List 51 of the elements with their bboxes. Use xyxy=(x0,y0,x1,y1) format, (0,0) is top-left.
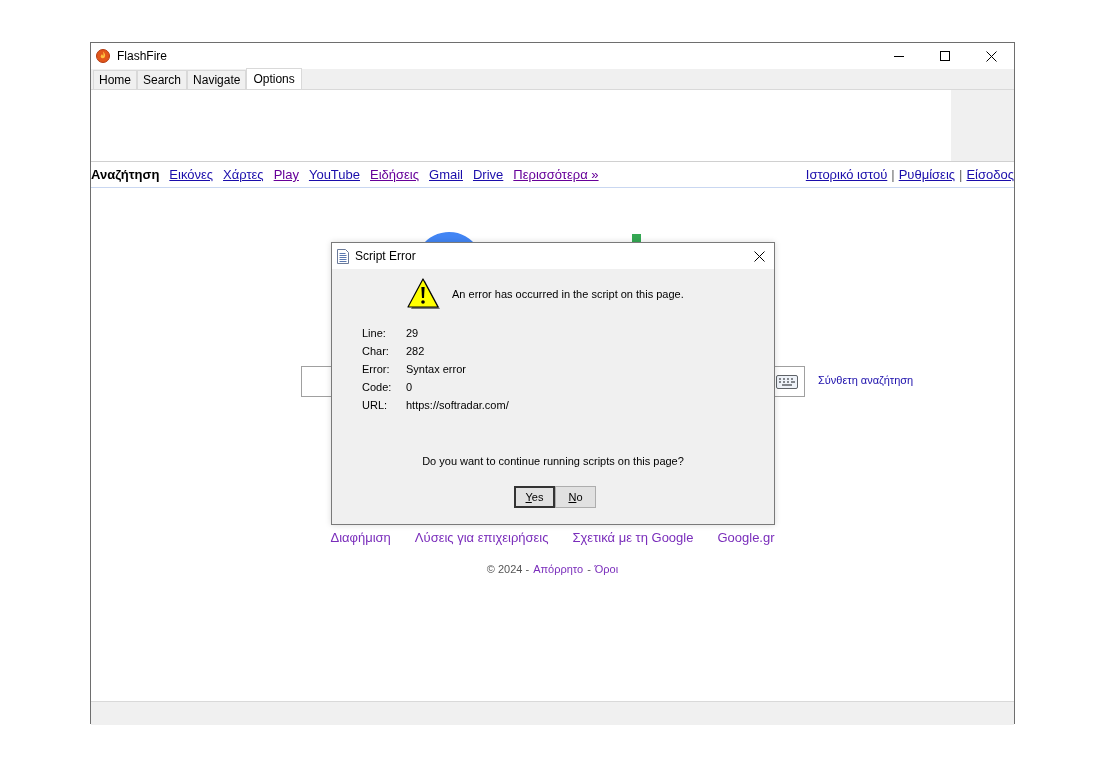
detail-value: 29 xyxy=(406,327,420,339)
tab[interactable]: Options xyxy=(246,68,302,89)
dialog-title: Script Error xyxy=(355,249,416,263)
dialog-button[interactable]: No xyxy=(555,486,596,508)
separator-text: | xyxy=(891,167,895,182)
warning-icon xyxy=(407,278,440,309)
nav-link[interactable]: Ειδήσεις xyxy=(370,167,419,182)
tab[interactable]: Home xyxy=(93,70,137,89)
detail-value: Syntax error xyxy=(406,363,467,375)
nav-link[interactable]: Gmail xyxy=(429,167,463,182)
footer-link[interactable]: Διαφήμιση xyxy=(330,530,391,545)
detail-label: Error: xyxy=(362,363,391,375)
footer-link[interactable]: Σχετικά με τη Google xyxy=(572,530,694,545)
detail-label: URL: xyxy=(362,399,389,411)
nav-link[interactable]: Ιστορικό ιστού xyxy=(805,167,888,182)
window-title: FlashFire xyxy=(117,49,167,63)
detail-label: Code: xyxy=(362,381,393,393)
nav-link[interactable]: Περισσότερα » xyxy=(513,167,599,182)
nav-link[interactable]: Drive xyxy=(472,167,504,182)
close-icon[interactable] xyxy=(985,50,997,62)
footer-link[interactable]: Όροι xyxy=(594,563,619,575)
maximize-icon[interactable] xyxy=(940,51,950,61)
tab[interactable]: Navigate xyxy=(187,70,247,89)
error-message: An error has occurred in the script on this page. xyxy=(452,288,684,300)
detail-label: Char: xyxy=(362,345,390,357)
fire-icon xyxy=(96,49,110,63)
nav-link[interactable]: Ρυθμίσεις xyxy=(898,167,956,182)
copyright-text: © 2024 - xyxy=(486,563,530,575)
question-text: Do you want to continue running scripts on this page? xyxy=(421,455,685,467)
dialog-button[interactable]: Yes xyxy=(514,486,555,508)
tab[interactable]: Search xyxy=(137,70,188,89)
footer-link[interactable]: Λύσεις για επιχειρήσεις xyxy=(414,530,549,545)
footer-link[interactable]: Google.gr xyxy=(717,530,775,545)
advanced-search-link[interactable]: Σύνθετη αναζήτηση xyxy=(818,373,914,386)
nav-link[interactable]: Play xyxy=(273,167,299,182)
nav-link[interactable]: Αναζήτηση xyxy=(91,167,160,182)
keyboard-icon[interactable] xyxy=(776,374,798,389)
detail-value: 282 xyxy=(406,345,426,357)
nav-link[interactable]: Εικόνες xyxy=(169,167,214,182)
nav-link[interactable]: Είσοδος xyxy=(966,167,1014,182)
nav-link[interactable]: YouTube xyxy=(308,167,360,182)
minimize-icon[interactable] xyxy=(894,55,904,57)
copyright-text: - xyxy=(587,563,591,575)
separator-text: | xyxy=(959,167,963,182)
close-icon[interactable] xyxy=(753,250,765,262)
nav-link[interactable]: Χάρτες xyxy=(223,167,264,182)
footer-link[interactable]: Απόρρητο xyxy=(533,563,584,575)
detail-label: Line: xyxy=(362,327,387,339)
document-icon xyxy=(337,248,349,264)
detail-value: 0 xyxy=(406,381,414,393)
detail-value: https://softradar.com/ xyxy=(406,399,510,411)
